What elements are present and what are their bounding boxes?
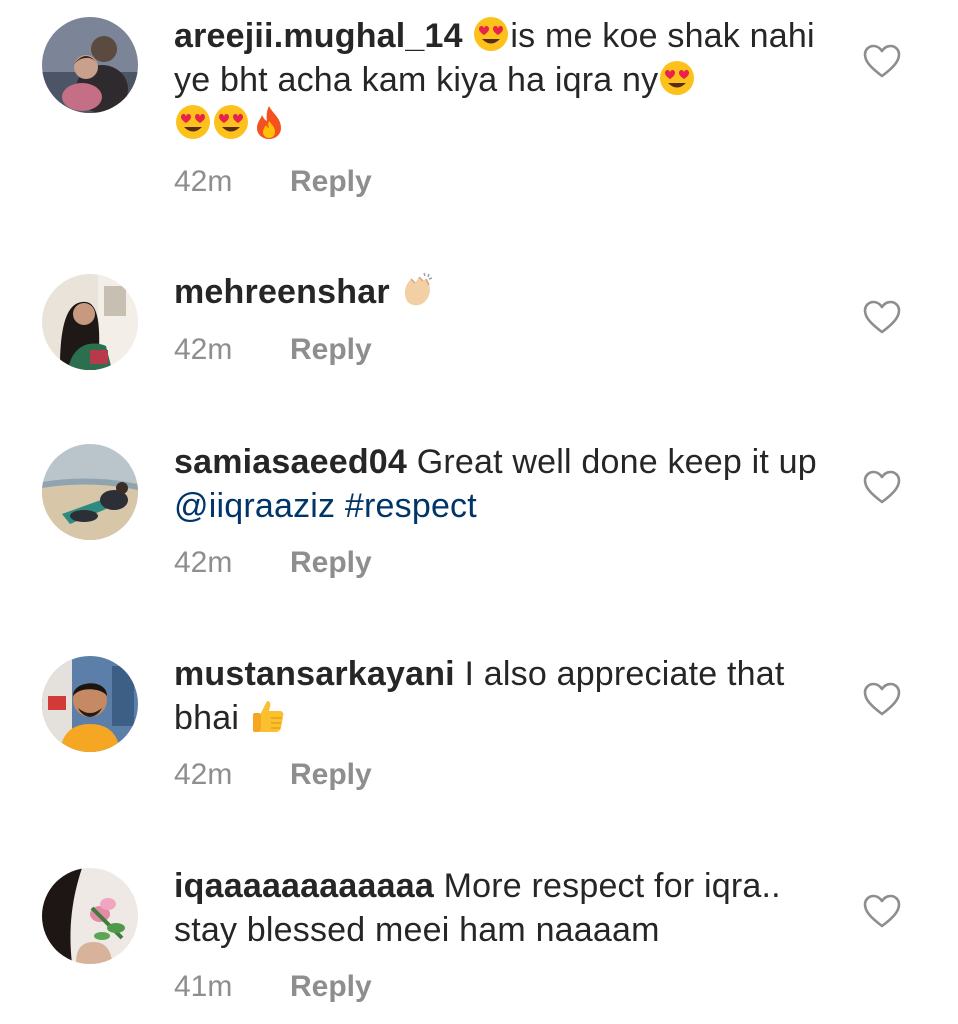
- like-heart-icon[interactable]: [862, 680, 902, 720]
- comment-body: Great well done keep it up: [416, 443, 817, 481]
- comment-timestamp: 41m: [174, 970, 233, 1003]
- comment-text: mehreenshar: [174, 270, 834, 314]
- avatar[interactable]: [42, 868, 138, 964]
- comment-meta: 42m Reply: [174, 545, 372, 581]
- avatar[interactable]: [42, 17, 138, 113]
- comment-username[interactable]: samiasaeed04: [174, 443, 407, 481]
- comment-timestamp: 42m: [174, 333, 233, 366]
- comment-meta: 42m Reply: [174, 757, 372, 793]
- like-heart-icon[interactable]: [862, 468, 902, 508]
- reply-button[interactable]: Reply: [290, 758, 372, 791]
- comment-username[interactable]: mehreenshar: [174, 273, 390, 311]
- comment-username[interactable]: iqaaaaaaaaaaaa: [174, 867, 434, 905]
- thumbs-up-emoji: [249, 697, 287, 735]
- comment-text: areejii.mughal_14 is me koe shak nahi ye…: [174, 14, 834, 146]
- like-heart-icon[interactable]: [862, 42, 902, 82]
- reply-button[interactable]: Reply: [290, 165, 372, 198]
- comment-text: mustansarkayani I also appreciate that b…: [174, 652, 834, 740]
- reply-button[interactable]: Reply: [290, 970, 372, 1003]
- comment-timestamp: 42m: [174, 758, 233, 791]
- reply-button[interactable]: Reply: [290, 333, 372, 366]
- avatar[interactable]: [42, 274, 138, 370]
- comment-timestamp: 42m: [174, 165, 233, 198]
- avatar[interactable]: [42, 656, 138, 752]
- comment-text: iqaaaaaaaaaaaa More respect for iqra.. s…: [174, 864, 834, 952]
- fire-emoji: [250, 103, 288, 141]
- like-heart-icon[interactable]: [862, 892, 902, 932]
- comment-timestamp: 42m: [174, 546, 233, 579]
- reply-button[interactable]: Reply: [290, 546, 372, 579]
- clapping-hands-emoji: [399, 271, 437, 309]
- comment-meta: 42m Reply: [174, 164, 372, 200]
- heart-eyes-emoji: [212, 103, 250, 141]
- comment-username[interactable]: mustansarkayani: [174, 655, 455, 693]
- comment-username[interactable]: areejii.mughal_14: [174, 17, 463, 55]
- heart-eyes-emoji: [174, 103, 212, 141]
- heart-eyes-emoji: [472, 15, 510, 53]
- comment-meta: 42m Reply: [174, 332, 372, 368]
- avatar[interactable]: [42, 444, 138, 540]
- hashtag-link[interactable]: #respect: [345, 487, 477, 525]
- heart-eyes-emoji: [658, 59, 696, 97]
- comment-meta: 41m Reply: [174, 969, 372, 1005]
- like-heart-icon[interactable]: [862, 298, 902, 338]
- comment-text: samiasaeed04 Great well done keep it up …: [174, 440, 834, 528]
- mention-link[interactable]: @iiqraaziz: [174, 487, 335, 525]
